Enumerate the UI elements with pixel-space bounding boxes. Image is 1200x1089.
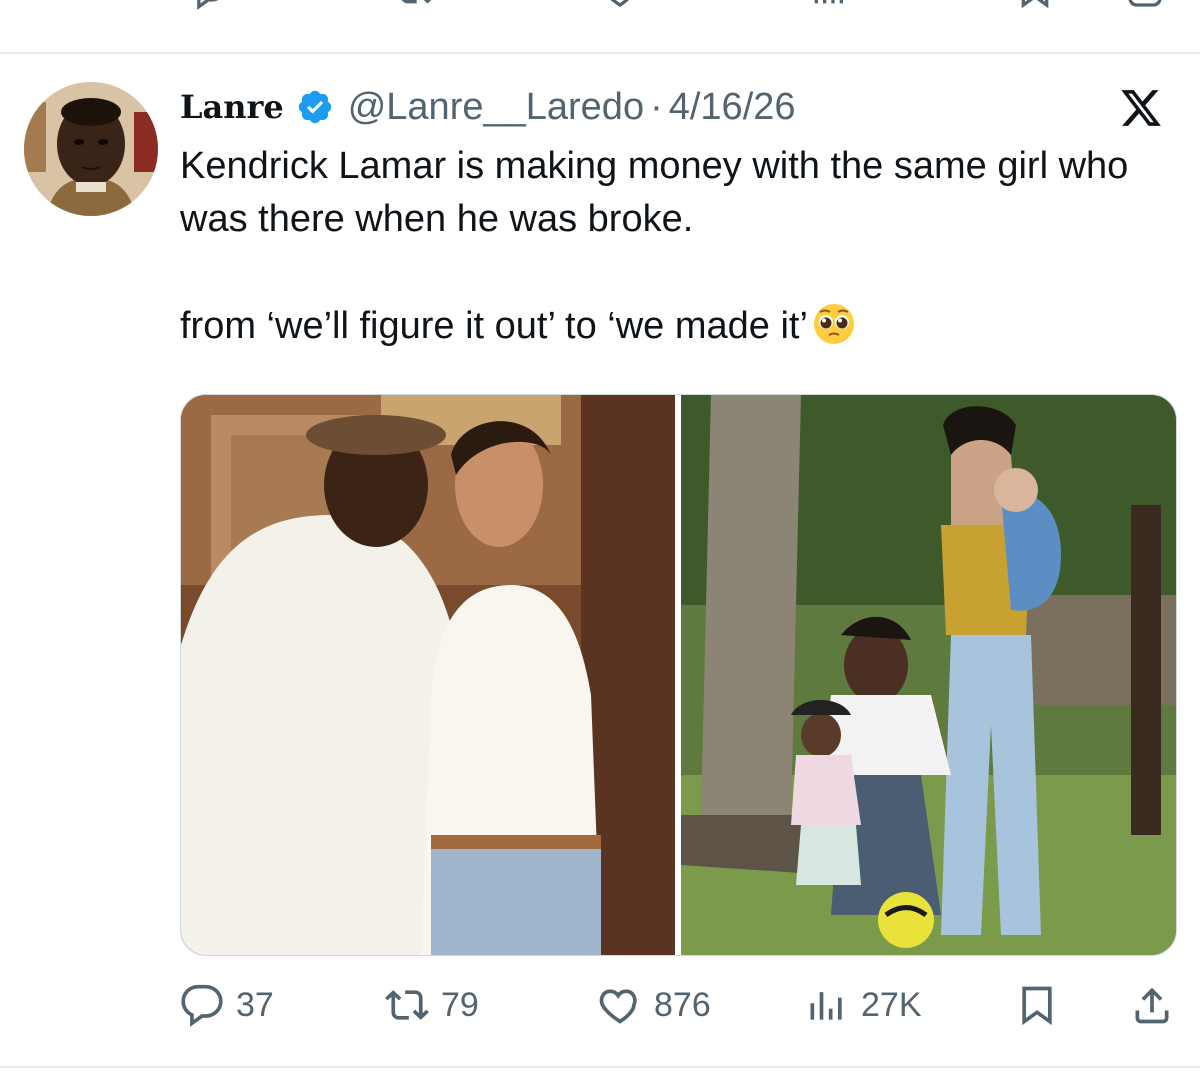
now-photo[interactable] [681,395,1176,955]
then-photo[interactable] [181,395,675,955]
reply-icon [181,984,223,1027]
views-button[interactable]: 27K [805,980,922,1030]
repost-count: 79 [441,985,479,1024]
bookmark-button[interactable] [1015,980,1059,1030]
avatar-photo [24,82,158,216]
like-button[interactable]: 876 [598,980,711,1030]
bookmark-icon [1022,986,1052,1026]
like-count: 876 [654,985,711,1024]
tweet-header: Lanre @Lanre__Laredo · 4/16/26 [180,82,796,132]
author-display-name[interactable]: Lanre [180,88,284,126]
tweet-text: Kendrick Lamar is making money with the … [180,140,1170,354]
views-icon[interactable] [808,0,848,10]
tweet-text-line-1: Kendrick Lamar is making money with the … [180,145,1129,241]
like-icon [599,989,637,1024]
share-icon [1135,987,1169,1024]
bookmark-icon[interactable] [1015,0,1055,10]
now-photo-image [681,395,1176,955]
views-icon [810,992,842,1020]
share-button[interactable] [1130,980,1174,1030]
repost-icon[interactable] [395,0,435,10]
author-handle[interactable]: @Lanre__Laredo [348,86,644,129]
reply-icon[interactable] [188,0,228,10]
reply-count: 37 [236,985,274,1024]
avatar[interactable] [24,82,158,216]
verified-badge-icon [298,90,331,124]
like-icon[interactable] [600,0,640,10]
x-logo-icon [1121,90,1161,126]
tweet-date[interactable]: 4/16/26 [669,86,796,129]
then-photo-image [181,395,675,955]
tweet-divider [0,52,1200,54]
repost-button[interactable]: 79 [385,980,479,1030]
tweet-action-bar: 37 79 876 27K [180,980,1175,1030]
separator-dot: · [650,85,663,128]
previous-tweet-action-bar [0,0,1200,20]
repost-icon [385,990,429,1020]
views-count: 27K [861,985,922,1024]
tweet-text-line-2: from ‘we’ll figure it out’ to ‘we made i… [180,305,808,348]
pleading-face-emoji-icon [813,304,854,345]
reply-button[interactable]: 37 [180,980,274,1030]
tweet-media[interactable] [180,394,1177,956]
bottom-divider [0,1066,1200,1068]
share-icon[interactable] [1125,0,1165,10]
